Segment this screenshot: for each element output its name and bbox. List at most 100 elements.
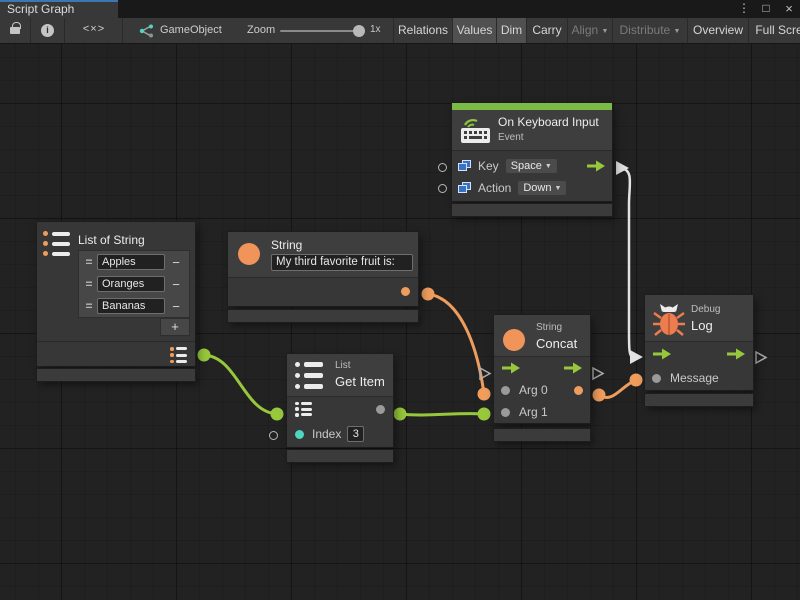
align-button[interactable]: Align ▼	[568, 18, 612, 43]
zoom-slider[interactable]	[280, 30, 360, 32]
wire-list-to-getitem[interactable]	[204, 355, 277, 414]
wire-getitem-to-concat[interactable]	[400, 414, 484, 415]
node-string-literal[interactable]: String My third favorite fruit is:	[228, 232, 418, 306]
result-output-port[interactable]	[574, 386, 583, 395]
node-footer[interactable]	[287, 450, 393, 462]
code-view-icon[interactable]: <×>	[72, 23, 116, 35]
node-type: Debug	[691, 304, 720, 315]
list-item-row: = Oranges −	[79, 273, 189, 295]
connection-dot[interactable]	[630, 374, 643, 387]
remove-item-button[interactable]: −	[165, 255, 187, 270]
list-icon	[295, 362, 325, 389]
window-titlebar: Script Graph ⋮ □ ×	[0, 0, 800, 18]
action-dropdown[interactable]: Down▼	[518, 181, 566, 195]
item-output-port[interactable]	[376, 405, 385, 414]
message-port[interactable]	[652, 374, 661, 383]
node-footer[interactable]	[452, 204, 612, 216]
trigger-in-arrow-icon[interactable]	[652, 348, 672, 360]
arg1-port[interactable]	[501, 408, 510, 417]
message-label: Message	[670, 371, 719, 385]
index-field[interactable]: 3	[347, 426, 364, 442]
port-key-input[interactable]	[438, 163, 447, 172]
node-title: List of String	[78, 233, 145, 247]
string-type-icon	[238, 243, 260, 265]
remove-item-button[interactable]: −	[165, 277, 187, 292]
drag-handle-icon[interactable]: =	[81, 255, 97, 269]
wire-keyboard-to-log[interactable]	[621, 168, 633, 357]
node-on-keyboard-input[interactable]: On Keyboard Input Event Key Space▼ Ac	[452, 103, 612, 201]
trigger-arrowhead[interactable]	[630, 350, 643, 364]
port-index-input[interactable]	[269, 431, 278, 440]
add-item-button[interactable]: +	[160, 318, 190, 336]
drag-handle-icon[interactable]: =	[81, 299, 97, 313]
key-label: Key	[478, 159, 499, 173]
node-title: Concat	[536, 336, 577, 351]
connection-dot[interactable]	[394, 408, 407, 421]
zoom-label: Zoom	[247, 24, 275, 36]
distribute-button[interactable]: Distribute ▼	[613, 18, 687, 43]
string-list-editor: = Apples − = Oranges − = Bananas −	[78, 250, 190, 318]
event-color-bar	[452, 103, 612, 110]
list-input-port[interactable]	[295, 402, 312, 417]
node-footer[interactable]	[494, 429, 590, 441]
connection-dot[interactable]	[271, 408, 284, 421]
port-action-input[interactable]	[438, 184, 447, 193]
node-list-get-item[interactable]: List Get Item Index 3	[287, 354, 393, 447]
trigger-out-arrow-icon[interactable]	[726, 348, 746, 360]
bug-icon	[652, 301, 686, 337]
connection-dot[interactable]	[478, 408, 491, 421]
string-value-field[interactable]: My third favorite fruit is:	[271, 254, 413, 271]
chevron-down-icon: ▼	[545, 163, 552, 170]
node-footer[interactable]	[37, 369, 195, 381]
node-list-of-string[interactable]: List of String = Apples − = Oranges − = …	[37, 222, 195, 366]
chevron-down-icon: ▼	[602, 28, 609, 35]
kebab-menu-icon[interactable]: ⋮	[734, 0, 754, 18]
node-subtitle: Event	[498, 132, 524, 143]
list-item-field[interactable]: Apples	[97, 254, 165, 270]
values-button[interactable]: Values	[453, 18, 496, 43]
trigger-port-outline[interactable]	[593, 368, 603, 379]
trigger-port-outline[interactable]	[756, 352, 766, 363]
action-label: Action	[478, 181, 511, 195]
zoom-slider-handle[interactable]	[353, 25, 365, 37]
trigger-out-arrow-icon[interactable]	[586, 160, 606, 172]
lock-icon[interactable]	[10, 27, 20, 34]
remove-item-button[interactable]: −	[165, 299, 187, 314]
overview-button[interactable]: Overview	[688, 18, 748, 43]
string-type-icon	[503, 329, 525, 351]
fullscreen-button[interactable]: Full Scre	[749, 18, 800, 43]
close-icon[interactable]: ×	[779, 0, 799, 18]
node-title: Get Item	[335, 374, 385, 389]
arg0-port[interactable]	[501, 386, 510, 395]
dim-button[interactable]: Dim	[497, 18, 526, 43]
string-output-port[interactable]	[401, 287, 410, 296]
trigger-out-arrow-icon[interactable]	[563, 362, 583, 374]
tab-script-graph[interactable]: Script Graph	[0, 0, 118, 18]
gameobject-icon	[138, 24, 155, 38]
graph-canvas[interactable]: On Keyboard Input Event Key Space▼ Ac	[0, 44, 800, 600]
list-item-field[interactable]: Bananas	[97, 298, 165, 314]
key-dropdown[interactable]: Space▼	[506, 159, 557, 173]
carry-button[interactable]: Carry	[527, 18, 567, 43]
node-footer[interactable]	[228, 310, 418, 322]
connection-dot[interactable]	[422, 288, 435, 301]
info-icon[interactable]	[41, 24, 54, 37]
node-debug-log[interactable]: Debug Log Message	[645, 295, 753, 390]
drag-handle-icon[interactable]: =	[81, 277, 97, 291]
trigger-in-arrow-icon[interactable]	[501, 362, 521, 374]
connection-dot[interactable]	[478, 388, 491, 401]
wire-string-to-concat[interactable]	[428, 294, 484, 394]
connection-dot[interactable]	[593, 389, 606, 402]
relations-button[interactable]: Relations	[394, 18, 452, 43]
node-title: On Keyboard Input	[498, 115, 599, 129]
maximize-icon[interactable]: □	[756, 0, 776, 18]
index-port[interactable]	[295, 430, 304, 439]
list-output-port[interactable]	[170, 347, 187, 363]
list-item-row: = Apples −	[79, 251, 189, 273]
zoom-value: 1x	[370, 24, 381, 35]
connection-dot[interactable]	[198, 349, 211, 362]
list-item-field[interactable]: Oranges	[97, 276, 165, 292]
node-string-concat[interactable]: String Concat Arg 0 Arg 1	[494, 315, 590, 423]
node-type: String	[536, 322, 562, 333]
node-footer[interactable]	[645, 394, 753, 406]
